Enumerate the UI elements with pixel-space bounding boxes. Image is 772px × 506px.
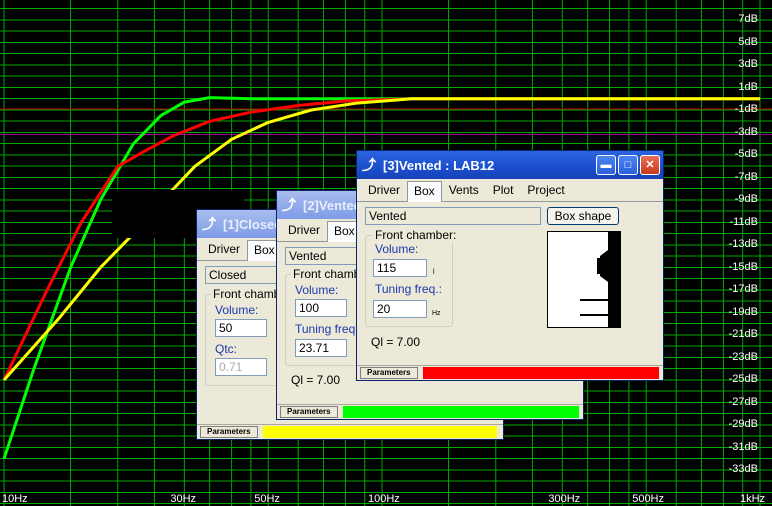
y-tick-label: -11dB <box>729 215 758 228</box>
tuning-label: Tuning freq.: <box>375 282 442 296</box>
speaker-box-diagram <box>580 232 620 327</box>
x-tick-label: 30Hz <box>170 493 197 505</box>
volume-label: Volume: <box>375 242 419 256</box>
x-tick-label: 300Hz <box>548 493 581 505</box>
y-tick-label: -23dB <box>728 350 758 363</box>
qtc-label: Qtc: <box>215 342 238 356</box>
x-tick-label: 500Hz <box>632 493 664 505</box>
x-tick-label: 100Hz <box>368 493 400 505</box>
y-tick-label: -1dB <box>734 103 758 115</box>
y-tick-label: -19dB <box>728 305 758 318</box>
y-tick-label: -27dB <box>728 395 758 408</box>
y-tick-label: 5dB <box>738 35 758 48</box>
tab-vents[interactable]: Vents <box>442 180 486 201</box>
y-tick-label: -17dB <box>728 283 758 295</box>
minimize-button[interactable]: ▬ <box>596 155 616 175</box>
tuning-unit: Hz <box>432 310 441 317</box>
tab-plot[interactable]: Plot <box>486 180 521 201</box>
box-shape-button[interactable]: Box shape <box>547 207 619 225</box>
y-tick-label: -7dB <box>734 170 758 183</box>
vented2-color-indicator <box>343 406 579 418</box>
closed-status-bar: Parameters <box>197 424 503 439</box>
tuning-label: Tuning freq.: <box>295 322 362 336</box>
box-shape-picture <box>547 231 621 328</box>
x-tick-label: 50Hz <box>254 493 280 505</box>
closed-window-title: [1]Closed <box>223 216 283 232</box>
y-tick-label: -31dB <box>728 440 758 453</box>
volume-unit: l <box>433 269 435 276</box>
close-button[interactable]: ✕ <box>640 155 660 175</box>
x-tick-label: 1kHz <box>740 493 766 505</box>
vented3-window-title: [3]Vented : LAB12 <box>383 157 495 173</box>
volume-input[interactable]: 100 <box>295 299 347 317</box>
tab-box[interactable]: Box <box>407 181 442 202</box>
parameters-button[interactable]: Parameters <box>200 426 258 438</box>
ql-value: Ql = 7.00 <box>371 335 421 349</box>
y-tick-label: 1dB <box>738 80 758 93</box>
vented3-tabs: Driver Box Vents Plot Project <box>357 179 663 202</box>
vented3-color-indicator <box>423 367 659 379</box>
volume-label: Volume: <box>215 303 259 317</box>
y-tick-label: -3dB <box>734 125 758 138</box>
x-tick-label: 10Hz <box>2 493 28 505</box>
maximize-button[interactable]: □ <box>618 155 638 175</box>
tab-driver[interactable]: Driver <box>201 239 247 260</box>
volume-label: Volume: <box>295 283 339 297</box>
vented3-window-titlebar[interactable]: ⤴ [3]Vented : LAB12 ▬ □ ✕ <box>357 151 663 179</box>
y-tick-label: -9dB <box>734 193 758 205</box>
tab-project[interactable]: Project <box>520 180 571 201</box>
app-icon: ⤴ <box>202 216 216 232</box>
y-tick-label: 7dB <box>738 13 758 25</box>
front-chamber-title: Front chamber: <box>373 228 459 242</box>
vented2-status-bar: Parameters <box>277 404 583 419</box>
vented2-window-title: [2]Vented <box>303 197 362 213</box>
vented-box-window-3[interactable]: ⤴ [3]Vented : LAB12 ▬ □ ✕ Driver Box Ven… <box>356 150 664 381</box>
box-type-field: Vented <box>365 207 541 225</box>
volume-input[interactable]: 50 <box>215 319 267 337</box>
y-tick-label: 3dB <box>738 58 758 70</box>
tab-driver[interactable]: Driver <box>361 180 407 201</box>
y-tick-label: -13dB <box>728 238 758 250</box>
y-tick-label: -21dB <box>728 328 758 340</box>
qtc-input[interactable]: 0.71 <box>215 358 267 376</box>
y-tick-label: -25dB <box>728 373 758 385</box>
y-tick-label: -33dB <box>728 463 758 475</box>
tab-driver[interactable]: Driver <box>281 220 327 241</box>
parameters-button[interactable]: Parameters <box>360 367 418 379</box>
vented3-status-bar: Parameters <box>357 365 663 380</box>
tuning-input[interactable]: 20 <box>373 300 427 318</box>
ql-value: Ql = 7.00 <box>291 373 341 387</box>
tuning-input[interactable]: 23.71 <box>295 339 347 357</box>
volume-input[interactable]: 115 <box>373 259 427 277</box>
y-tick-label: -15dB <box>728 260 758 273</box>
parameters-button[interactable]: Parameters <box>280 406 338 418</box>
app-icon: ⤴ <box>282 197 296 213</box>
closed-color-indicator <box>263 426 497 438</box>
app-icon: ⤴ <box>362 157 376 173</box>
y-tick-label: -5dB <box>734 148 758 160</box>
y-tick-label: -29dB <box>728 418 758 430</box>
